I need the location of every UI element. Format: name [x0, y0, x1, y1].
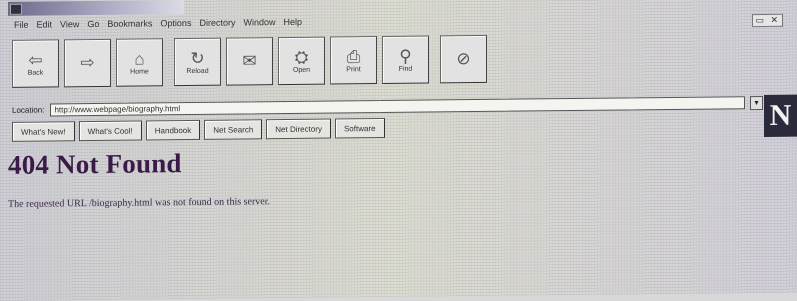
whats-cool-button[interactable]: What's Cool!: [78, 120, 142, 142]
menu-window[interactable]: Window: [243, 17, 275, 31]
images-button[interactable]: ✉: [226, 37, 273, 86]
chevron-down-icon: ▾: [754, 98, 759, 108]
location-bar: Location:: [12, 95, 745, 117]
home-icon: ⌂: [134, 48, 145, 69]
home-button[interactable]: ⌂ Home: [116, 38, 163, 87]
images-icon: ✉: [242, 51, 257, 71]
error-message: The requested URL /biography.html was no…: [8, 196, 270, 210]
menu-help[interactable]: Help: [283, 17, 302, 31]
handbook-button[interactable]: Handbook: [145, 119, 201, 141]
browser-logo: N: [764, 94, 797, 137]
back-button[interactable]: ⇦ Back: [12, 39, 59, 88]
reload-button[interactable]: ↻ Reload: [174, 37, 221, 87]
stop-icon: ⊘: [456, 49, 471, 69]
software-button[interactable]: Software: [334, 117, 385, 139]
forward-arrow-icon: ⇨: [80, 53, 95, 73]
find-label: Find: [398, 65, 413, 73]
page-title: 404 Not Found: [8, 148, 182, 180]
find-button[interactable]: ⚲ Find: [382, 35, 429, 84]
home-label: Home: [130, 67, 149, 76]
menu-view[interactable]: View: [60, 19, 79, 33]
menu-edit[interactable]: Edit: [37, 19, 53, 33]
location-label: Location:: [12, 105, 45, 115]
net-search-button[interactable]: Net Search: [204, 119, 263, 140]
print-icon: ⎙: [346, 46, 361, 66]
title-bar: [8, 0, 184, 16]
open-label: Open: [292, 66, 311, 74]
page-content: 404 Not Found The requested URL /biograp…: [8, 142, 788, 210]
menu-file[interactable]: File: [14, 20, 29, 34]
stop-button[interactable]: ⊘: [440, 34, 487, 84]
directory-bar: What's New! What's Cool! Handbook Net Se…: [12, 117, 385, 142]
menu-go[interactable]: Go: [87, 19, 99, 33]
back-arrow-icon: ⇦: [28, 50, 43, 70]
app-icon: [10, 3, 22, 15]
back-label: Back: [27, 69, 44, 77]
print-label: Print: [346, 65, 361, 73]
reload-label: Reload: [186, 67, 209, 75]
forward-button[interactable]: ⇨: [64, 38, 111, 88]
menu-options[interactable]: Options: [160, 18, 191, 32]
find-icon: ⚲: [399, 46, 412, 66]
open-button[interactable]: ⛭ Open: [278, 36, 325, 86]
toolbar: ⇦ Back ⇨ ⌂ Home ↻ Reload ✉ ⛭ Open ⎙ Prin…: [12, 34, 487, 92]
location-dropdown-button[interactable]: ▾: [750, 96, 763, 111]
window-controls[interactable]: ▭ ✕: [752, 13, 783, 28]
net-directory-button[interactable]: Net Directory: [266, 118, 331, 140]
browser-window: ▭ ✕ File Edit View Go Bookmarks Options …: [0, 0, 797, 301]
menu-directory[interactable]: Directory: [199, 18, 235, 32]
print-button[interactable]: ⎙ Print: [330, 36, 377, 85]
open-icon: ⛭: [294, 47, 309, 67]
reload-icon: ↻: [190, 48, 205, 68]
menu-bookmarks[interactable]: Bookmarks: [107, 18, 152, 32]
whats-new-button[interactable]: What's New!: [12, 121, 75, 142]
menu-bar: File Edit View Go Bookmarks Options Dire…: [14, 17, 302, 34]
location-input[interactable]: [50, 95, 745, 116]
